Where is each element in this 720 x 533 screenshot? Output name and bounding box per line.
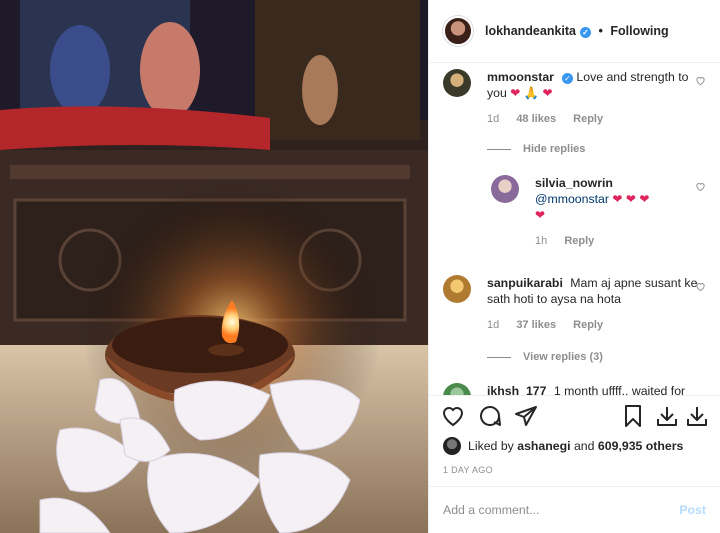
commenter-username[interactable]: mmoonstar (487, 70, 554, 84)
like-comment-icon[interactable] (695, 281, 706, 292)
commenter-username[interactable]: sanpuikarabi (487, 276, 563, 290)
post-timestamp[interactable]: 1 DAY AGO (443, 465, 493, 475)
author-username[interactable]: lokhandeankita (485, 24, 576, 38)
comment-item: mmoonstar ✓ Love and strength to you ❤ 🙏 … (443, 69, 706, 127)
commenter-username[interactable]: ikhsh_177 (487, 384, 546, 395)
comment-time: 1d (487, 319, 500, 331)
divider-line (487, 356, 511, 358)
commenter-username[interactable]: silvia_nowrin (535, 176, 613, 190)
author-avatar[interactable] (443, 16, 473, 46)
post-photo[interactable] (0, 0, 428, 533)
heart-emoji: ❤ (639, 192, 650, 206)
add-comment-bar: Post (429, 486, 720, 533)
view-replies-label: View replies (3) (523, 351, 603, 363)
heart-emoji: ❤ (535, 208, 546, 222)
commenter-avatar[interactable] (443, 275, 471, 303)
mention-link[interactable]: @mmoonstar (535, 192, 609, 206)
post-panel: lokhandeankita ✓ • Following mmoonstar ✓ L… (428, 0, 720, 533)
liker-avatar[interactable] (443, 437, 461, 455)
reply-button[interactable]: Reply (573, 319, 603, 331)
comments-list[interactable]: mmoonstar ✓ Love and strength to you ❤ 🙏 … (429, 63, 720, 395)
following-button[interactable]: Following (610, 24, 668, 38)
comment-likes[interactable]: 37 likes (516, 319, 556, 331)
liker-username[interactable]: ashanegi (517, 439, 570, 453)
comment-input[interactable] (443, 503, 680, 517)
comment-time: 1d (487, 113, 500, 125)
hide-replies-button[interactable]: Hide replies (487, 143, 585, 155)
heart-emoji: ❤ (542, 86, 553, 100)
download-icon[interactable] (655, 404, 679, 428)
folded-hands-emoji: 🙏 (523, 86, 540, 100)
hide-replies-label: Hide replies (523, 143, 586, 155)
liked-by-conj: and (573, 439, 595, 453)
reply-button[interactable]: Reply (564, 235, 594, 247)
heart-icon[interactable] (441, 404, 465, 428)
commenter-avatar[interactable] (491, 175, 519, 203)
action-bar (429, 395, 720, 435)
comment-text: 1 month uffff.. waited for (553, 384, 686, 395)
comment-likes[interactable]: 48 likes (516, 113, 556, 125)
divider-line (487, 148, 511, 150)
reply-item: silvia_nowrin @mmoonstar ❤ ❤ ❤ ❤ 1h Repl… (491, 175, 706, 249)
commenter-avatar[interactable] (443, 383, 471, 395)
reply-button[interactable]: Reply (573, 113, 603, 125)
heart-emoji: ❤ (612, 192, 623, 206)
verified-icon: ✓ (580, 27, 591, 38)
bookmark-icon[interactable] (621, 404, 645, 428)
verified-icon: ✓ (561, 73, 573, 84)
download-icon[interactable] (685, 404, 709, 428)
likes-count[interactable]: 609,935 others (598, 439, 683, 453)
like-comment-icon[interactable] (695, 181, 706, 192)
comment-item: sanpuikarabi Mam aj apne susant ke sath … (443, 275, 706, 333)
commenter-avatar[interactable] (443, 69, 471, 97)
heart-emoji: ❤ (510, 86, 521, 100)
comment-item: ikhsh_177 1 month uffff.. waited for (443, 383, 706, 395)
heart-emoji: ❤ (625, 192, 636, 206)
comment-time: 1h (535, 235, 548, 247)
share-icon[interactable] (514, 404, 538, 428)
liked-by-prefix: Liked by (468, 439, 514, 453)
post-button[interactable]: Post (679, 503, 706, 517)
like-comment-icon[interactable] (695, 75, 706, 86)
diya-photo (0, 0, 428, 533)
view-replies-button[interactable]: View replies (3) (487, 351, 603, 363)
likes-summary: Liked by ashanegi and 609,935 others (443, 437, 683, 455)
comment-icon[interactable] (478, 404, 502, 428)
post-header: lokhandeankita ✓ • Following (429, 0, 720, 63)
separator-dot: • (598, 24, 603, 38)
